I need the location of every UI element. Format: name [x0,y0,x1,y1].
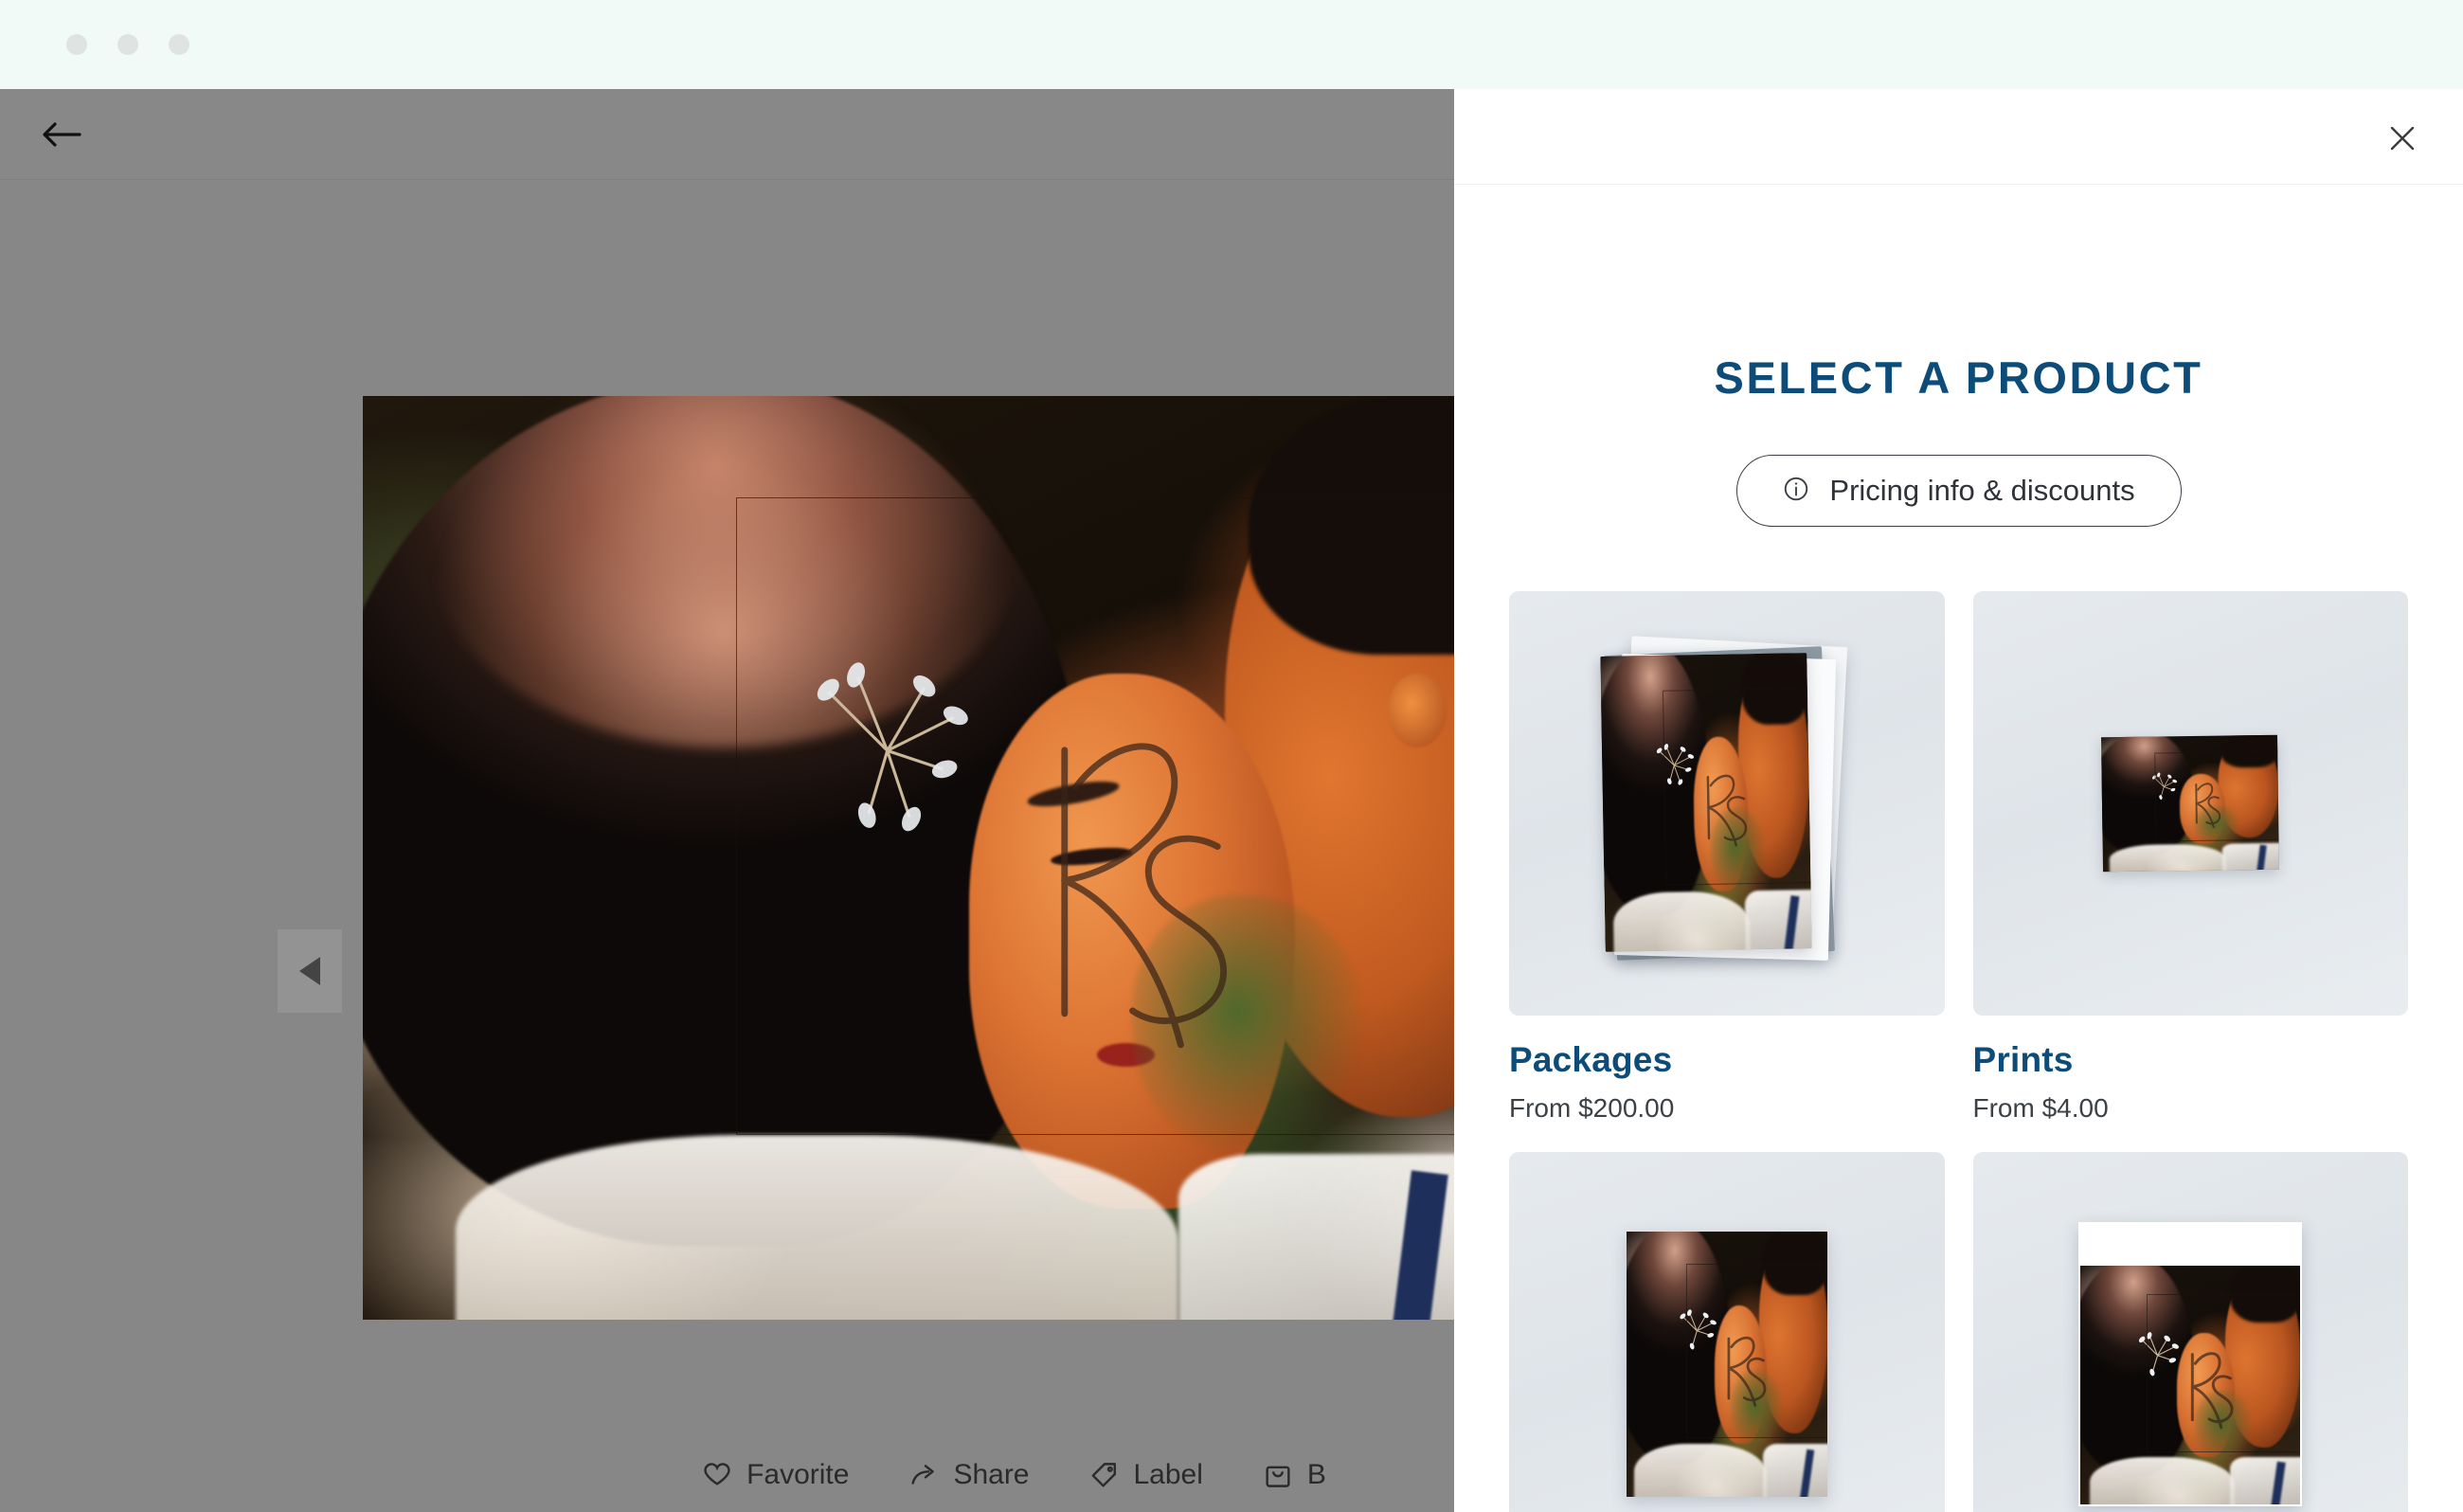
product-card-packages[interactable]: Packages From $200.00 [1509,591,1945,1124]
info-circle-icon [1782,475,1810,508]
product-thumb-prints [1972,591,2408,1016]
photo-crop-marquee[interactable] [735,497,1528,1135]
previous-photo-button[interactable] [278,929,342,1013]
folio-print-art [2078,1222,2303,1506]
share-arrow-icon [908,1459,940,1491]
label-button[interactable]: Label [1088,1459,1203,1491]
close-icon [2390,126,2415,151]
single-print-art [2101,734,2280,873]
product-thumb-4 [1972,1152,2408,1512]
close-panel-button[interactable] [2378,114,2427,163]
back-arrow-icon[interactable] [38,114,83,155]
product-price: From $200.00 [1509,1093,1675,1123]
buy-label: B [1306,1459,1326,1490]
chevron-left-icon [299,957,320,985]
product-card-3[interactable] [1509,1152,1945,1512]
product-thumb-packages [1509,591,1945,1016]
label-label: Label [1133,1459,1203,1490]
window-controls [66,34,189,55]
photo-action-toolbar: Favorite Share Label B [0,1434,1516,1512]
pricing-info-button[interactable]: Pricing info & discounts [1735,455,2182,527]
page-title: SELECT A PRODUCT [1714,352,2203,403]
browser-chrome [0,0,2463,89]
buy-button[interactable]: B [1262,1459,1326,1491]
print-stack-art [1600,636,1847,961]
favorite-button[interactable]: Favorite [701,1459,849,1491]
product-thumb-3 [1509,1152,1945,1512]
main-photo[interactable] [363,396,1528,1320]
minimize-dot[interactable] [66,34,87,55]
product-card-4[interactable] [1972,1152,2408,1512]
maximize-dot[interactable] [117,34,138,55]
product-price: From $4.00 [1972,1093,2109,1123]
stack-sheet-front [1600,653,1812,952]
product-name: Prints [1972,1040,2074,1079]
close-dot[interactable] [169,34,189,55]
pricing-info-label: Pricing info & discounts [1829,474,2135,507]
folio-photo [2080,1266,2301,1504]
product-grid: Packages From $200.00 Prints From $4.00 [1509,591,2408,1512]
panel-body: SELECT A PRODUCT Pricing info & discount… [1454,185,2463,1512]
favorite-label: Favorite [746,1459,850,1490]
share-label: Share [953,1459,1030,1490]
product-card-prints[interactable]: Prints From $4.00 [1972,591,2408,1124]
tag-icon [1088,1459,1121,1491]
share-button[interactable]: Share [908,1459,1030,1491]
shopping-bag-icon [1262,1459,1294,1491]
panel-header [1454,89,2463,185]
large-print-art [1626,1232,1827,1497]
photo-dress [456,1135,1178,1320]
select-product-panel: SELECT A PRODUCT Pricing info & discount… [1454,89,2463,1512]
heart-icon [701,1459,733,1491]
product-name: Packages [1509,1040,1673,1079]
